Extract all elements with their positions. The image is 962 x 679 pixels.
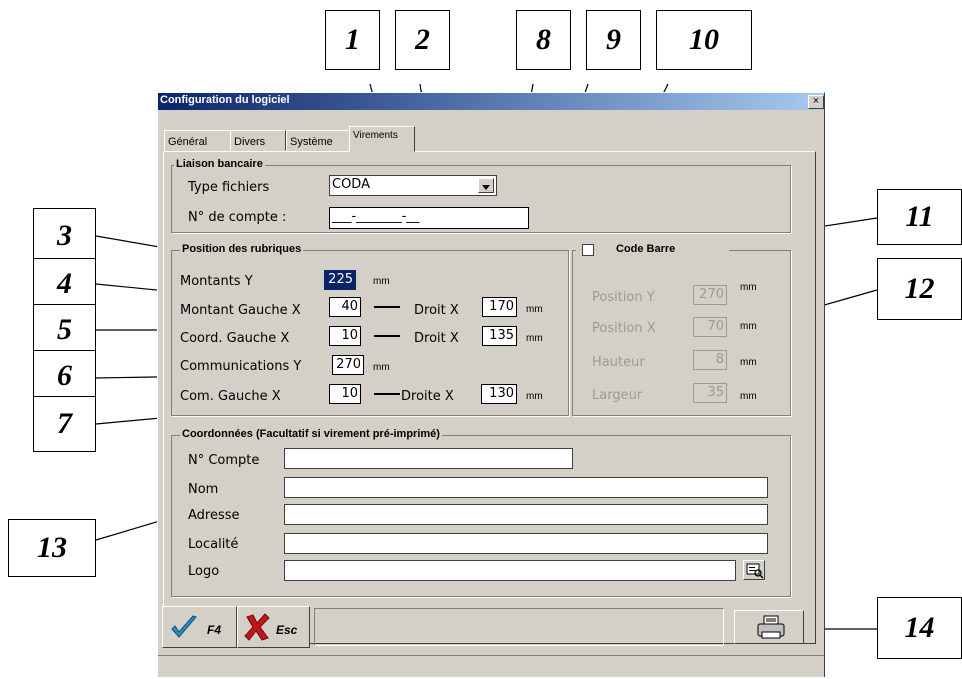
status-bar — [158, 655, 824, 679]
separator-dash — [374, 306, 400, 308]
cross-icon — [243, 612, 271, 646]
code-barre-checkbox[interactable] — [582, 244, 594, 256]
close-icon[interactable]: × — [808, 95, 824, 109]
localite-label: Localité — [188, 537, 239, 552]
com-droite-unit: mm — [526, 391, 543, 402]
montants-y-label: Montants Y — [180, 274, 253, 289]
communications-unit: mm — [373, 362, 390, 373]
communications-y-input[interactable]: 270 — [332, 355, 364, 375]
position-x-unit: mm — [740, 321, 757, 332]
largeur-input[interactable]: 35 — [693, 383, 727, 403]
callout-4: 4 — [33, 258, 96, 310]
position-y-unit: mm — [740, 282, 757, 293]
droite-label: Droite X — [401, 389, 454, 404]
communications-y-label: Communications Y — [180, 359, 302, 374]
montant-gauche-label: Montant Gauche X — [180, 303, 301, 318]
droit-label: Droit X — [414, 303, 459, 318]
montant-droit-unit: mm — [526, 304, 543, 315]
separator-dash — [374, 393, 400, 395]
code-barre-legend: Code Barre — [614, 243, 678, 255]
adresse-field[interactable] — [284, 504, 768, 525]
nom-label: Nom — [188, 482, 219, 497]
print-button[interactable] — [734, 610, 804, 644]
nom-field[interactable] — [284, 477, 768, 498]
hauteur-input[interactable]: 8 — [693, 350, 727, 370]
callout-11: 11 — [877, 189, 962, 245]
com-gauche-label: Com. Gauche X — [180, 389, 281, 404]
com-gauche-input[interactable]: 10 — [329, 384, 361, 404]
esc-label: Esc — [276, 623, 298, 637]
adresse-label: Adresse — [188, 508, 240, 523]
callout-3: 3 — [33, 208, 96, 264]
separator-dash — [374, 335, 400, 337]
numero-compte-label-2: N° Compte — [188, 453, 260, 468]
esc-button[interactable]: Esc — [237, 606, 310, 648]
logo-field[interactable] — [284, 560, 736, 581]
position-y-input[interactable]: 270 — [693, 285, 727, 305]
type-fichiers-label: Type fichiers — [188, 180, 270, 195]
callout-2: 2 — [395, 10, 450, 70]
callout-6: 6 — [33, 350, 96, 402]
logo-label: Logo — [188, 564, 220, 579]
numero-compte-field[interactable] — [284, 448, 573, 469]
callout-9: 9 — [586, 10, 641, 70]
callout-8: 8 — [516, 10, 571, 70]
callout-5: 5 — [33, 304, 96, 356]
checkmark-icon — [169, 613, 199, 645]
com-droite-input[interactable]: 130 — [481, 384, 517, 404]
status-panel — [314, 608, 724, 646]
coord-droit-unit: mm — [526, 333, 543, 344]
largeur-label: Largeur — [592, 388, 643, 403]
tab-general[interactable]: Général — [164, 130, 231, 151]
ok-f4-label: F4 — [207, 623, 222, 637]
window-title: Configuration du logiciel — [160, 94, 290, 106]
largeur-unit: mm — [740, 391, 757, 402]
position-legend: Position des rubriques — [180, 243, 304, 255]
title-bar[interactable]: Configuration du logiciel × — [158, 93, 824, 110]
coordonnees-legend: Coordonnées (Facultatif si virement pré-… — [180, 428, 442, 440]
tab-systeme[interactable]: Système — [286, 130, 350, 151]
callout-14: 14 — [877, 597, 962, 659]
tab-virements[interactable]: Virements — [349, 126, 415, 152]
montants-y-input[interactable]: 225 — [324, 270, 356, 290]
montant-gauche-input[interactable]: 40 — [329, 297, 361, 317]
callout-13: 13 — [8, 519, 96, 577]
numero-compte-label: N° de compte : — [188, 210, 287, 225]
dropdown-arrow-icon[interactable] — [478, 178, 494, 193]
coord-droit-input[interactable]: 135 — [482, 326, 517, 346]
tab-divers[interactable]: Divers — [230, 130, 286, 151]
hauteur-label: Hauteur — [592, 355, 645, 370]
callout-7: 7 — [33, 396, 96, 452]
callout-1: 1 — [325, 10, 380, 70]
callout-10: 10 — [656, 10, 752, 70]
printer-icon — [755, 614, 787, 646]
liaison-legend: Liaison bancaire — [174, 158, 265, 170]
position-x-input[interactable]: 70 — [693, 317, 727, 337]
droit-label: Droit X — [414, 331, 459, 346]
montant-droit-input[interactable]: 170 — [482, 297, 517, 317]
browse-icon[interactable] — [743, 560, 765, 580]
position-x-label: Position X — [592, 321, 656, 336]
localite-field[interactable] — [284, 533, 768, 554]
hauteur-unit: mm — [740, 357, 757, 368]
coord-gauche-input[interactable]: 10 — [329, 326, 361, 346]
callout-12: 12 — [877, 258, 962, 320]
type-fichiers-select[interactable]: CODA — [329, 175, 497, 196]
numero-compte-input[interactable]: ___-_______-__ — [329, 207, 529, 229]
ok-f4-button[interactable]: F4 — [162, 606, 237, 648]
dialog-window: Configuration du logiciel × Général Dive… — [157, 92, 825, 677]
montants-unit: mm — [373, 276, 390, 287]
coord-gauche-label: Coord. Gauche X — [180, 331, 290, 346]
position-y-label: Position Y — [592, 290, 655, 305]
